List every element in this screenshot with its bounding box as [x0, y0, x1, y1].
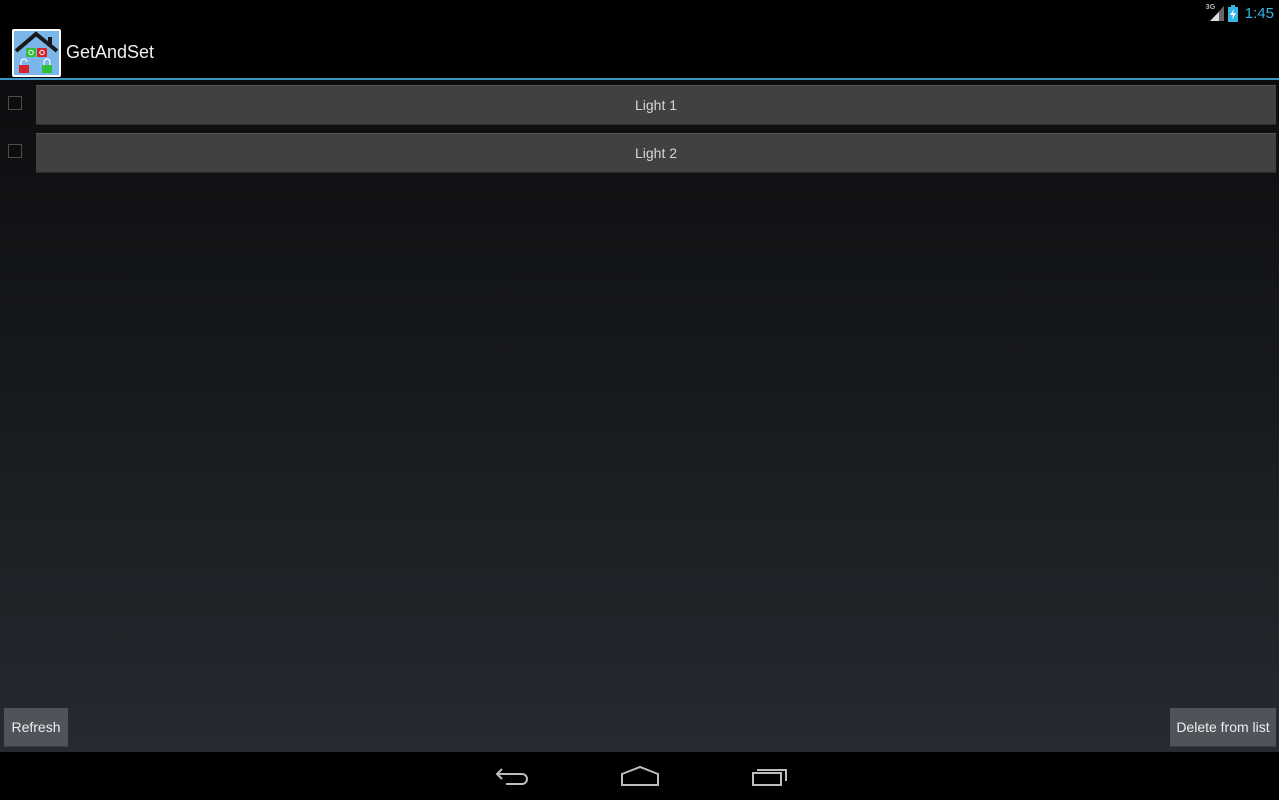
list-item: Light 1: [0, 85, 1279, 127]
light-1-checkbox[interactable]: [8, 96, 22, 110]
delete-from-list-button[interactable]: Delete from list: [1170, 708, 1276, 747]
refresh-button[interactable]: Refresh: [4, 708, 68, 747]
light-1-button[interactable]: Light 1: [36, 85, 1276, 125]
status-bar: 3G 1:45: [0, 0, 1279, 26]
app-title: GetAndSet: [66, 42, 155, 62]
list-item: Light 2: [0, 133, 1279, 175]
back-icon[interactable]: [494, 764, 530, 793]
home-icon[interactable]: [620, 764, 660, 793]
action-bar: GetAndSet: [0, 26, 1279, 80]
navigation-bar: [0, 752, 1279, 800]
battery-charging-icon: [1227, 4, 1238, 22]
status-icons: 3G 1:45: [1206, 2, 1274, 24]
recent-apps-icon[interactable]: [750, 764, 790, 793]
clock: 1:45: [1244, 4, 1274, 22]
signal-icon: 3G: [1206, 4, 1224, 22]
light-2-button[interactable]: Light 2: [36, 133, 1276, 173]
light-2-checkbox[interactable]: [8, 144, 22, 158]
home-automation-app-icon[interactable]: [12, 29, 61, 77]
main-content: Light 1 Light 2 Refresh Delete from list: [0, 80, 1279, 752]
